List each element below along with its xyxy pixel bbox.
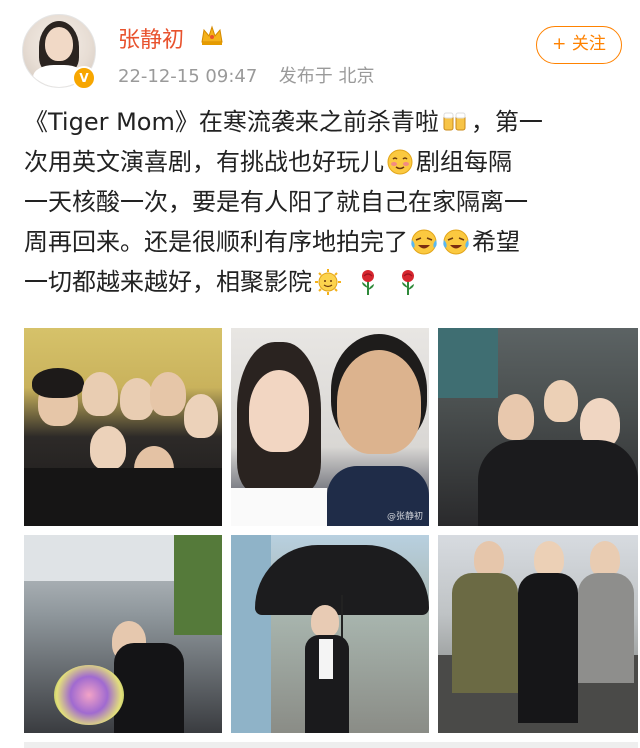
tears-of-joy-emoji — [443, 229, 469, 255]
text-segment: 次用英文演喜剧，有挑战也好玩儿 — [24, 148, 384, 176]
text-segment: 周再回来。还是很顺利有序地拍完了 — [24, 228, 408, 256]
photo-flowers[interactable] — [24, 535, 222, 733]
verified-badge-icon: V — [72, 66, 96, 90]
text-line: 一切都越来越好，相聚影院 — [24, 262, 624, 302]
text-segment: 一切都越来越好，相聚影院 — [24, 268, 312, 296]
post-timestamp: 22-12-15 09:47 — [118, 66, 258, 87]
text-segment: ，第一 — [470, 108, 543, 136]
rose-emoji — [402, 270, 414, 295]
photo-umbrella[interactable] — [231, 535, 429, 733]
crown-icon — [201, 25, 223, 45]
text-line: 一天核酸一次，要是有人阳了就自己在家隔离一 — [24, 182, 624, 222]
text-segment: 一天核酸一次，要是有人阳了就自己在家隔离一 — [24, 188, 528, 216]
photo-trailer[interactable] — [438, 328, 638, 526]
photo-group-cast[interactable] — [24, 328, 222, 526]
beer-cheers-emoji — [443, 112, 466, 131]
follow-button[interactable]: + 关注 — [536, 26, 622, 64]
post-location: 发布于 北京 — [278, 66, 375, 87]
photo-watermark: @张静初 — [386, 512, 423, 522]
username[interactable]: 张静初 — [118, 22, 184, 54]
text-line: 次用英文演喜剧，有挑战也好玩儿 剧组每隔 — [24, 142, 624, 182]
text-segment: 剧组每隔 — [416, 148, 512, 176]
post-body: 《Tiger Mom》在寒流袭来之前杀青啦 ，第一 次用英文演喜剧，有挑战也好玩… — [24, 102, 624, 302]
post-header: V 张静初 22-12-15 09:47 发布于 北京 + 关注 — [0, 0, 640, 100]
blush-emoji — [387, 149, 413, 175]
photo-grid: @张静初 — [24, 328, 638, 748]
photo-three-women[interactable] — [438, 535, 638, 733]
text-line: 《Tiger Mom》在寒流袭来之前杀青啦 ，第一 — [24, 102, 624, 142]
rose-emoji — [362, 270, 374, 295]
text-segment: 《Tiger Mom》在寒流袭来之前杀青啦 — [24, 108, 439, 136]
sun-emoji — [315, 269, 341, 295]
post-meta: 22-12-15 09:47 发布于 北京 — [118, 62, 375, 88]
text-segment: 希望 — [472, 228, 520, 256]
photo-selfie[interactable]: @张静初 — [231, 328, 429, 526]
grid-next-row-edge — [24, 742, 638, 748]
text-line: 周再回来。还是很顺利有序地拍完了 希望 — [24, 222, 624, 262]
tears-of-joy-emoji — [411, 229, 437, 255]
